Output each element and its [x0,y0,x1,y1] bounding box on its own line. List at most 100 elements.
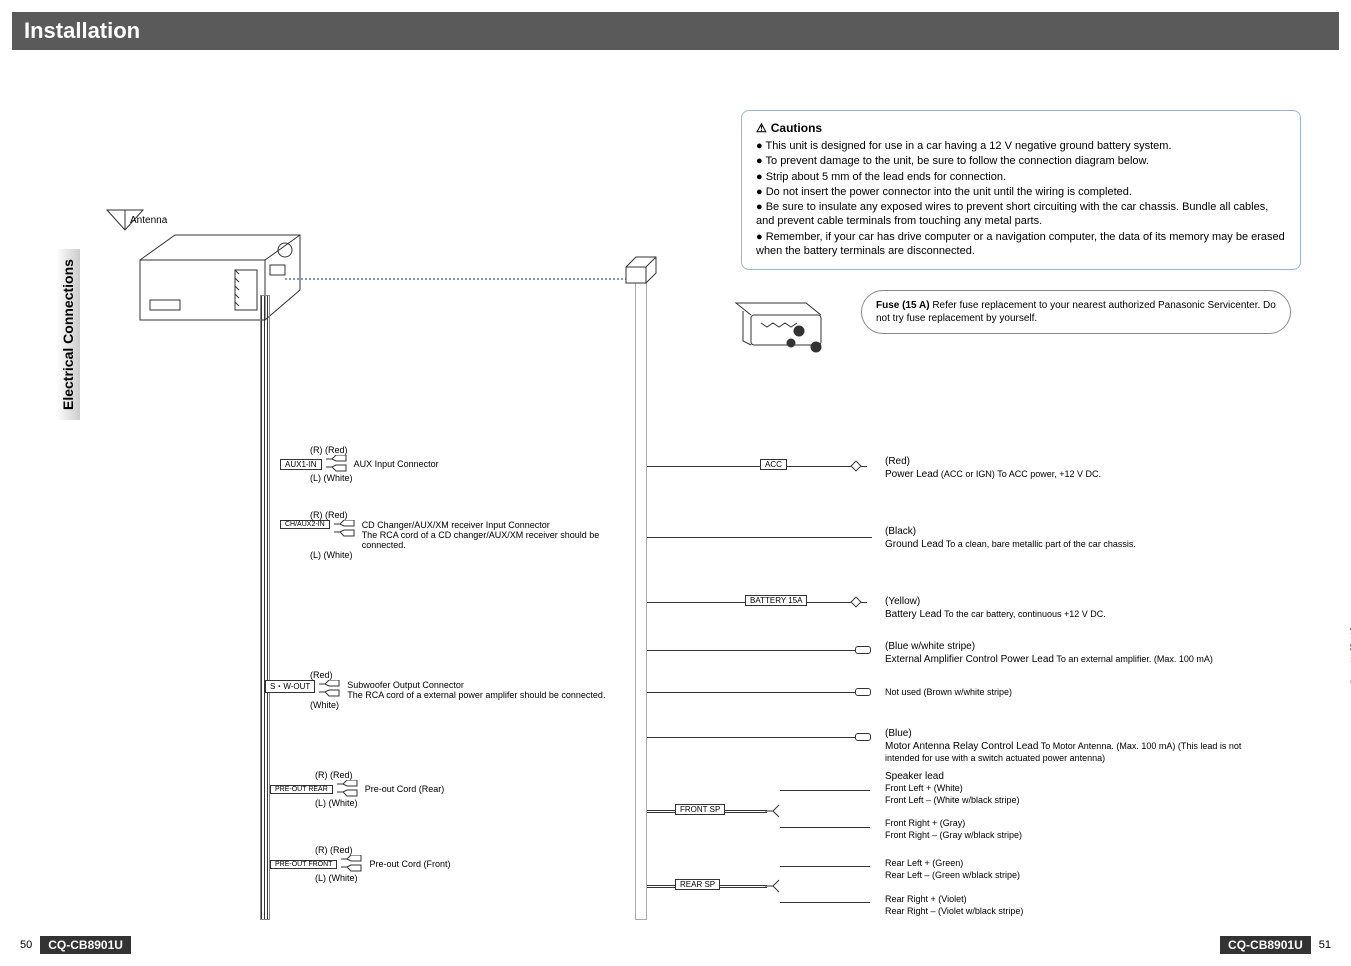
aux1-desc: AUX Input Connector [354,459,439,469]
notused-text: Not used (Brown w/white stripe) [885,687,1012,697]
model-number-right: CQ-CB8901U [1220,936,1311,954]
battery-lead-desc: (Yellow) Battery Lead To the car battery… [885,595,1265,621]
acc-lead-desc: (Red) Power Lead (ACC or IGN) To ACC pow… [885,455,1265,481]
wiring-diagram: Antenna (R) (Red) [95,110,1255,920]
chaux2-connector-group: (R) (Red) CH/AUX2-IN CD Changer/AUX/XM r… [280,510,612,560]
wire [780,902,870,903]
dotted-link [285,278,635,280]
battery-name: Battery Lead [885,609,942,620]
ground-lead-desc: (Black) Ground Lead To a clean, bare met… [885,525,1265,551]
aux1-connector-group: (R) (Red) AUX1-IN AUX Input Connector (L… [280,445,439,483]
speaker-title: Speaker lead [885,770,1265,783]
fr-minus: Front Right – (Gray w/black stripe) [885,830,1185,842]
rca-plug-icon [326,455,350,473]
spade-icon [855,646,871,654]
rl-desc: Rear Left + (Green) Rear Left – (Green w… [885,858,1185,881]
amp-color: (Blue w/white stripe) [885,640,1265,653]
head-unit-drawing [135,230,305,325]
wire [647,737,867,738]
fl-minus: Front Left – (White w/black stripe) [885,795,1185,807]
left-page-number: 50 [20,939,32,951]
speaker-title-text: Speaker lead [885,771,944,782]
chaux2-tag: CH/AUX2-IN [280,520,330,529]
ground-text: To a clean, bare metallic part of the ca… [946,539,1136,549]
footer-left: 50 CQ-CB8901U [20,936,131,954]
fl-plus: Front Left + (White) [885,783,1185,795]
spade-icon [855,688,871,696]
acc-name: Power Lead [885,469,938,480]
chaux2-desc: CD Changer/AUX/XM receiver Input Connect… [362,520,612,550]
rr-minus: Rear Right – (Violet w/black stripe) [885,906,1185,918]
acc-color: (Red) [885,455,1265,468]
chaux2-l-label: (L) (White) [310,550,612,560]
chaux2-r-label: (R) (Red) [310,510,612,520]
spade-icon [855,733,871,741]
side-tab-left: Electrical Connections [56,249,80,420]
side-tab-right: Installation [1347,610,1351,684]
aux1-tag: AUX1-IN [280,459,322,470]
front-desc: Pre-out Cord (Front) [369,859,450,869]
model-number-left: CQ-CB8901U [40,936,131,954]
rr-desc: Rear Right + (Violet) Rear Right – (Viol… [885,894,1185,917]
motor-name: Motor Antenna Relay Control Lead [885,741,1038,752]
sw-desc: Subwoofer Output Connector The RCA cord … [347,680,677,700]
motor-color: (Blue) [885,727,1265,740]
amp-lead-desc: (Blue w/white stripe) External Amplifier… [885,640,1265,666]
front-sp-tag: FRONT SP [675,804,725,815]
rr-plus: Rear Right + (Violet) [885,894,1185,906]
rear-desc: Pre-out Cord (Rear) [365,784,445,794]
footer-right: CQ-CB8901U 51 [1220,936,1331,954]
ground-color: (Black) [885,525,1265,538]
rca-plug-icon [319,680,343,698]
fr-desc: Front Right + (Gray) Front Right – (Gray… [885,818,1185,841]
acc-text: (ACC or IGN) To ACC power, +12 V DC. [941,469,1101,479]
rca-plug-icon [334,520,358,538]
splitter-icon [765,803,785,819]
wire [780,790,870,791]
battery-text: To the car battery, continuous +12 V DC. [944,609,1106,619]
notused-lead-desc: Not used (Brown w/white stripe) [885,687,1265,699]
wire [647,650,867,651]
aux1-r-label: (R) (Red) [310,445,439,455]
rl-minus: Rear Left – (Green w/black stripe) [885,870,1185,882]
rear-preout-group: (R) (Red) PRE-OUT REAR Pre-out Cord (Rea… [270,770,444,808]
front-r-label: (R) (Red) [315,845,450,855]
fl-desc: Front Left + (White) Front Left – (White… [885,783,1185,806]
aux1-l-label: (L) (White) [310,473,439,483]
wire [647,537,872,538]
rl-plus: Rear Left + (Green) [885,858,1185,870]
front-l-label: (L) (White) [315,873,450,883]
wire [780,866,870,867]
fr-plus: Front Right + (Gray) [885,818,1185,830]
rca-plug-icon [337,780,361,798]
connector-plug-icon [624,255,659,285]
wire [780,827,870,828]
rca-plug-icon [341,855,365,873]
motor-lead-desc: (Blue) Motor Antenna Relay Control Lead … [885,727,1265,765]
sw-top-label: (Red) [310,670,677,680]
amp-name: External Amplifier Control Power Lead [885,654,1054,665]
rear-tag: PRE-OUT REAR [270,785,333,794]
wire [647,692,867,693]
page-banner: Installation [12,12,1339,50]
acc-tag: ACC [760,459,787,470]
rear-l-label: (L) (White) [315,798,444,808]
rear-sp-tag: REAR SP [675,879,720,890]
terminal-icon [850,460,861,471]
right-page-number: 51 [1319,939,1331,951]
wire [647,466,867,467]
ground-name: Ground Lead [885,539,943,550]
front-preout-group: (R) (Red) PRE-OUT FRONT Pre-out Cord (Fr… [270,845,450,883]
splitter-icon [765,878,785,894]
right-harness-trunk [635,275,647,920]
battery-color: (Yellow) [885,595,1265,608]
sw-tag: S・W-OUT [265,680,315,693]
front-tag: PRE-OUT FRONT [270,860,337,869]
amp-text: To an external amplifier. (Max. 100 mA) [1056,654,1213,664]
terminal-icon [850,596,861,607]
left-harness-trunk [260,295,270,920]
sw-bottom-label: (White) [310,700,677,710]
sw-connector-group: (Red) S・W-OUT Subwoofer Output Connector… [265,670,677,710]
rear-r-label: (R) (Red) [315,770,444,780]
battery-tag: BATTERY 15A [745,595,807,606]
